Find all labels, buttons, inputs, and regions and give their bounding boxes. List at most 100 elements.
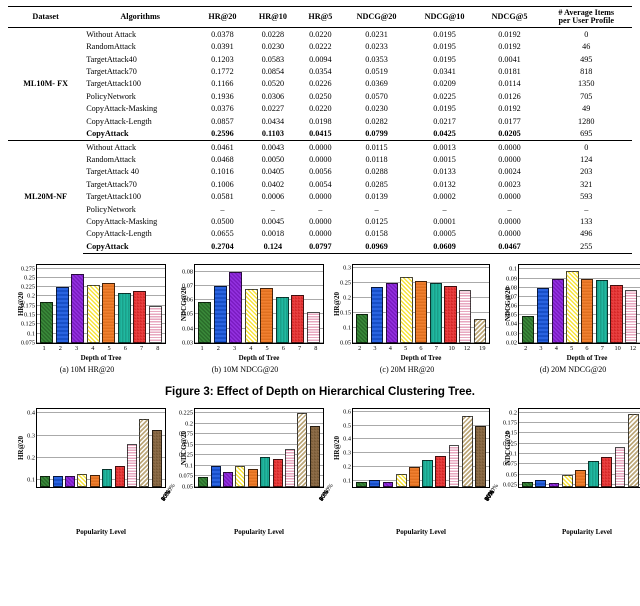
value-cell: 124 xyxy=(540,153,632,165)
y-axis-label: NDCG@20 xyxy=(504,287,512,321)
table-row: ML20M-NFWithout Attack0.04610.00430.0000… xyxy=(8,141,632,154)
figure4-row: 0.10.20.30.4HR@2010%20%30%40%50%60%70%80… xyxy=(8,408,632,536)
bar xyxy=(566,271,578,343)
x-tick: 7 xyxy=(435,345,438,352)
y-tick: 0.15 xyxy=(340,309,351,316)
chart-fig3b: 0.030.040.050.060.070.08NDCG@2012345678D… xyxy=(166,264,324,374)
value-cell: – xyxy=(411,203,479,215)
value-cell: 0.0282 xyxy=(343,115,411,127)
y-axis-label: HR@20 xyxy=(17,292,25,316)
chart-plot-area: 0.10.20.30.40.50.6HR@20 xyxy=(352,408,490,488)
table-row: RandomAttack0.03910.02300.02220.02330.01… xyxy=(8,41,632,53)
value-cell: 496 xyxy=(540,228,632,240)
col-ndcg10: NDCG@10 xyxy=(411,7,479,28)
bar xyxy=(475,426,486,487)
value-cell: – xyxy=(343,203,411,215)
value-cell: 0.124 xyxy=(248,240,298,253)
x-tick: 3 xyxy=(75,345,78,352)
y-tick: 0.5 xyxy=(343,422,351,429)
value-cell: 0.0969 xyxy=(343,240,411,253)
value-cell: 0.0118 xyxy=(343,153,411,165)
bar xyxy=(40,476,50,487)
y-tick: 0.2 xyxy=(343,464,351,471)
y-tick: 0.2 xyxy=(509,409,517,416)
bar xyxy=(248,469,258,487)
bar xyxy=(581,279,593,343)
value-cell: 0.0192 xyxy=(479,41,541,53)
bar xyxy=(422,460,433,487)
x-tick: 4 xyxy=(389,345,392,352)
value-cell: 0.0192 xyxy=(479,28,541,41)
y-tick: 0.04 xyxy=(506,321,517,328)
value-cell: 0.0391 xyxy=(197,41,247,53)
y-tick: 0.125 xyxy=(21,321,35,328)
value-cell: 0.0139 xyxy=(343,191,411,203)
y-axis-label: NDCG@20 xyxy=(180,431,188,465)
value-cell: 0.0570 xyxy=(343,90,411,102)
chart-subtitle: (b) 10M NDCG@20 xyxy=(212,365,278,374)
value-cell: 0.0250 xyxy=(298,90,342,102)
value-cell: 705 xyxy=(540,90,632,102)
bar xyxy=(522,482,533,487)
algorithm-cell: Without Attack xyxy=(83,141,197,154)
bar xyxy=(396,474,407,487)
y-tick: 0.075 xyxy=(179,473,193,480)
bar xyxy=(400,277,412,343)
algorithm-cell: CopyAttack-Masking xyxy=(83,103,197,115)
chart-subtitle: (d) 20M NDCG@20 xyxy=(540,365,606,374)
value-cell: 49 xyxy=(540,103,632,115)
bar xyxy=(549,483,560,487)
value-cell: 0.0225 xyxy=(411,90,479,102)
bar xyxy=(610,285,622,343)
x-tick: 3 xyxy=(373,345,376,352)
x-tick: 5 xyxy=(570,345,573,352)
value-cell: 0.0222 xyxy=(298,41,342,53)
chart-plot-area: 0.10.20.30.4HR@20 xyxy=(36,408,166,488)
bar xyxy=(297,413,307,487)
x-tick: 3 xyxy=(539,345,542,352)
x-tick: 4 xyxy=(555,345,558,352)
value-cell: 0.0013 xyxy=(411,141,479,154)
bar xyxy=(223,472,233,487)
col-hr10: HR@10 xyxy=(248,7,298,28)
table-row: CopyAttack-Masking0.03760.02270.02200.02… xyxy=(8,103,632,115)
bar xyxy=(459,290,471,343)
chart-subtitle: (a) 10M HR@20 xyxy=(60,365,114,374)
table-row: TargetAttack400.12030.05830.00940.03530.… xyxy=(8,53,632,65)
algorithm-cell: CopyAttack-Length xyxy=(83,115,197,127)
value-cell: 0.2704 xyxy=(197,240,247,253)
y-tick: 0.025 xyxy=(503,481,517,488)
y-tick: 0.3 xyxy=(27,432,35,439)
bar xyxy=(535,480,546,487)
bar xyxy=(369,480,380,487)
y-tick: 0.225 xyxy=(21,284,35,291)
y-tick: 0.3 xyxy=(343,450,351,457)
x-tick: 4 xyxy=(249,345,252,352)
y-tick: 0.6 xyxy=(343,408,351,415)
value-cell: 0.0126 xyxy=(479,90,541,102)
algorithm-cell: RandomAttack xyxy=(83,153,197,165)
bar xyxy=(435,456,446,487)
value-cell: 0.0050 xyxy=(248,153,298,165)
algorithm-cell: TargetAttack70 xyxy=(83,65,197,77)
algorithm-cell: PolicyNetwork xyxy=(83,203,197,215)
table-row: PolicyNetwork––––––– xyxy=(8,203,632,215)
value-cell: 0.0233 xyxy=(343,41,411,53)
results-table-head: Dataset Algorithms HR@20 HR@10 HR@5 NDCG… xyxy=(8,7,632,28)
value-cell: 0.0583 xyxy=(248,53,298,65)
algorithm-cell: TargetAttack100 xyxy=(83,191,197,203)
value-cell: 0.1166 xyxy=(197,78,247,90)
x-tick: 6 xyxy=(419,345,422,352)
value-cell: 0.0041 xyxy=(479,53,541,65)
x-tick: 70% xyxy=(628,489,640,533)
x-tick: 5 xyxy=(404,345,407,352)
table-row: CopyAttack-Length0.06550.00180.00000.015… xyxy=(8,228,632,240)
value-cell: 0.0405 xyxy=(248,166,298,178)
x-tick: 6 xyxy=(585,345,588,352)
value-cell: 695 xyxy=(540,128,632,141)
bar xyxy=(102,283,115,342)
col-avgitems: # Average Itemsper User Profile xyxy=(540,7,632,28)
chart-subtitle: (c) 20M HR@20 xyxy=(380,365,434,374)
value-cell: 0.0354 xyxy=(298,65,342,77)
value-cell: 0.0500 xyxy=(197,216,247,228)
